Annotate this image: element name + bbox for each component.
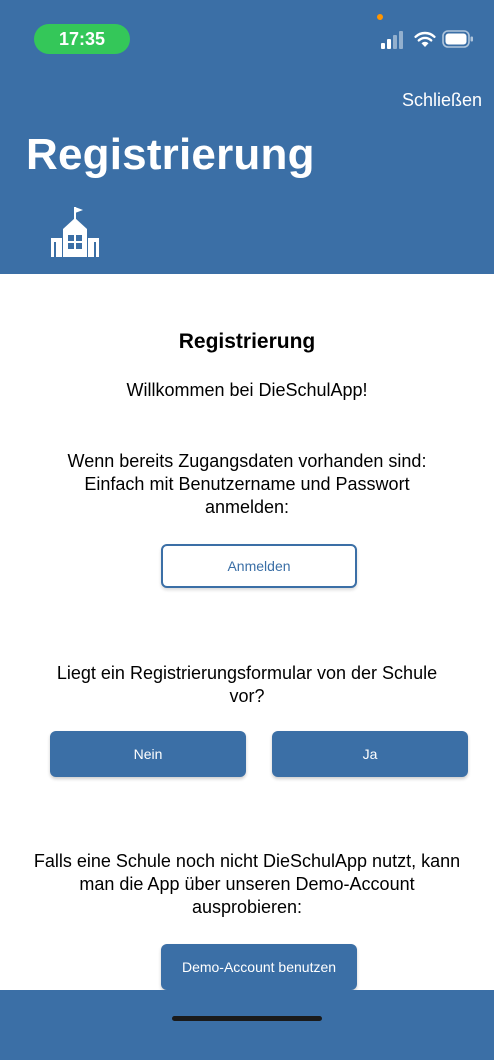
school-building-icon — [51, 207, 99, 257]
main-content: Registrierung Willkommen bei DieSchulApp… — [0, 274, 494, 990]
wifi-icon — [414, 31, 436, 47]
form-question-text: Liegt ein Registrierungsformular von der… — [56, 663, 438, 706]
footer-bar — [0, 990, 494, 1060]
demo-account-text: Falls eine Schule noch nicht DieSchulApp… — [33, 851, 461, 917]
status-time: 17:35 — [34, 24, 130, 54]
credentials-text: Wenn bereits Zugangsdaten vorhanden sind… — [67, 451, 427, 517]
demo-account-button[interactable]: Demo-Account benutzen — [161, 944, 357, 990]
registration-screen: 17:35 Schließen Registrierung Registrier… — [0, 0, 494, 1060]
content-title: Registrierung — [178, 330, 316, 353]
close-button[interactable]: Schließen — [402, 90, 482, 111]
welcome-text: Willkommen bei DieSchulApp! — [126, 380, 368, 400]
signal-icon — [381, 31, 403, 49]
yes-button[interactable]: Ja — [272, 731, 468, 777]
battery-icon — [442, 30, 473, 48]
privacy-indicator-dot — [377, 14, 383, 20]
no-button[interactable]: Nein — [50, 731, 246, 777]
header: 17:35 Schließen Registrierung — [0, 0, 494, 274]
header-title: Registrierung — [26, 130, 315, 179]
login-button[interactable]: Anmelden — [161, 544, 357, 588]
status-bar: 17:35 — [0, 0, 494, 62]
home-indicator[interactable] — [172, 1016, 322, 1021]
